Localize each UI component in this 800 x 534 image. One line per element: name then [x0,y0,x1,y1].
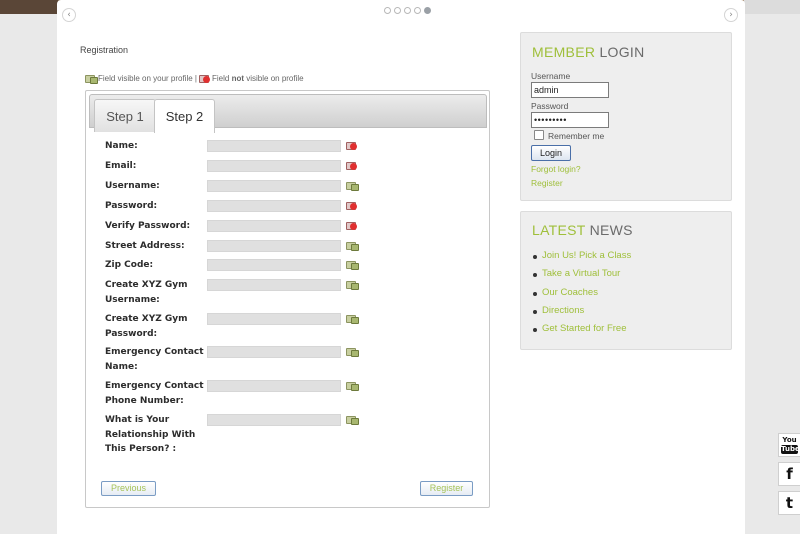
password-input[interactable]: ••••••••• [531,112,609,128]
visible-field-icon [346,415,359,425]
latest-news-heading: LATEST NEWS [532,222,633,238]
field-label: Verify Password: [105,221,191,231]
field-label: Emergency Contact Phone Number: [105,381,204,406]
hidden-field-icon [346,221,357,230]
slider-prev-button[interactable]: ‹ [62,8,76,22]
field-input[interactable] [207,180,341,192]
field-label: Street Address: [105,241,185,251]
slider-dot-4[interactable] [414,7,421,14]
header-banner-right [744,0,800,14]
news-item[interactable]: Take a Virtual Tour [531,268,631,286]
slider-dot-5[interactable] [424,7,431,14]
news-item[interactable]: Get Started for Free [531,323,631,341]
twitter-icon: t [785,494,794,512]
hidden-field-icon [346,141,357,150]
visible-field-icon [346,381,359,391]
field-input[interactable] [207,259,341,271]
remember-me-label: Remember me [548,131,605,141]
login-button[interactable]: Login [531,145,571,161]
visible-field-icon [346,280,359,290]
register-button[interactable]: Register [420,481,473,496]
slider-next-button[interactable]: › [724,8,738,22]
member-login-heading: MEMBER LOGIN [532,44,645,60]
visibility-legend: Field visible on your profile | Field no… [85,74,304,84]
visible-field-icon [346,260,359,270]
field-label: Password: [105,201,158,211]
field-label: Email: [105,161,137,171]
news-item[interactable]: Our Coaches [531,287,631,305]
field-input[interactable] [207,414,341,426]
slider-dot-3[interactable] [404,7,411,14]
visible-field-icon [346,181,359,191]
slider-dot-1[interactable] [384,7,391,14]
field-label: What is Your Relationship With This Pers… [105,415,196,454]
visible-field-icon [346,347,359,357]
hidden-field-icon [346,161,357,170]
field-input[interactable] [207,160,341,172]
slider-pagination [384,7,431,14]
previous-button[interactable]: Previous [101,481,156,496]
field-input[interactable] [207,240,341,252]
tab-step-2[interactable]: Step 2 [154,99,215,133]
hidden-field-icon [346,201,357,210]
hidden-field-icon [199,74,211,83]
news-item[interactable]: Directions [531,305,631,323]
field-input[interactable] [207,140,341,152]
news-item[interactable]: Join Us! Pick a Class [531,250,631,268]
username-input[interactable]: admin [531,82,609,98]
password-label: Password [531,101,569,111]
remember-me-checkbox[interactable] [534,130,544,140]
field-input[interactable] [207,313,341,325]
visible-field-icon [346,241,359,251]
chevron-left-icon: ‹ [67,10,71,20]
visible-field-icon [85,74,98,84]
youtube-button[interactable]: You Tube [778,433,800,457]
slider-dot-2[interactable] [394,7,401,14]
tab-step-1[interactable]: Step 1 [94,99,156,132]
chevron-right-icon: › [729,10,733,20]
username-label: Username [531,71,571,81]
field-label: Username: [105,181,160,191]
legend-visible-text: Field visible on your profile | [98,74,198,83]
header-banner-left [0,0,58,14]
twitter-button[interactable]: t [778,491,800,515]
field-input[interactable] [207,200,341,212]
legend-hidden-text: Field not visible on profile [212,74,304,83]
facebook-icon: f [786,465,793,483]
step-tabs: Step 1 Step 2 [89,94,487,133]
field-input[interactable] [207,279,341,291]
field-input[interactable] [207,220,341,232]
field-label: Create XYZ Gym Username: [105,280,188,305]
register-link[interactable]: Register [531,178,563,188]
visible-field-icon [346,314,359,324]
field-label: Name: [105,141,138,151]
field-label: Zip Code: [105,260,154,270]
field-label: Create XYZ Gym Password: [105,314,188,339]
field-label: Emergency Contact Name: [105,347,204,372]
facebook-button[interactable]: f [778,462,800,486]
page-title: Registration [80,45,129,55]
field-input[interactable] [207,346,341,358]
youtube-icon: You Tube [781,436,800,454]
forgot-login-link[interactable]: Forgot login? [531,164,581,174]
news-list: Join Us! Pick a Class Take a Virtual Tou… [531,250,631,341]
field-input[interactable] [207,380,341,392]
